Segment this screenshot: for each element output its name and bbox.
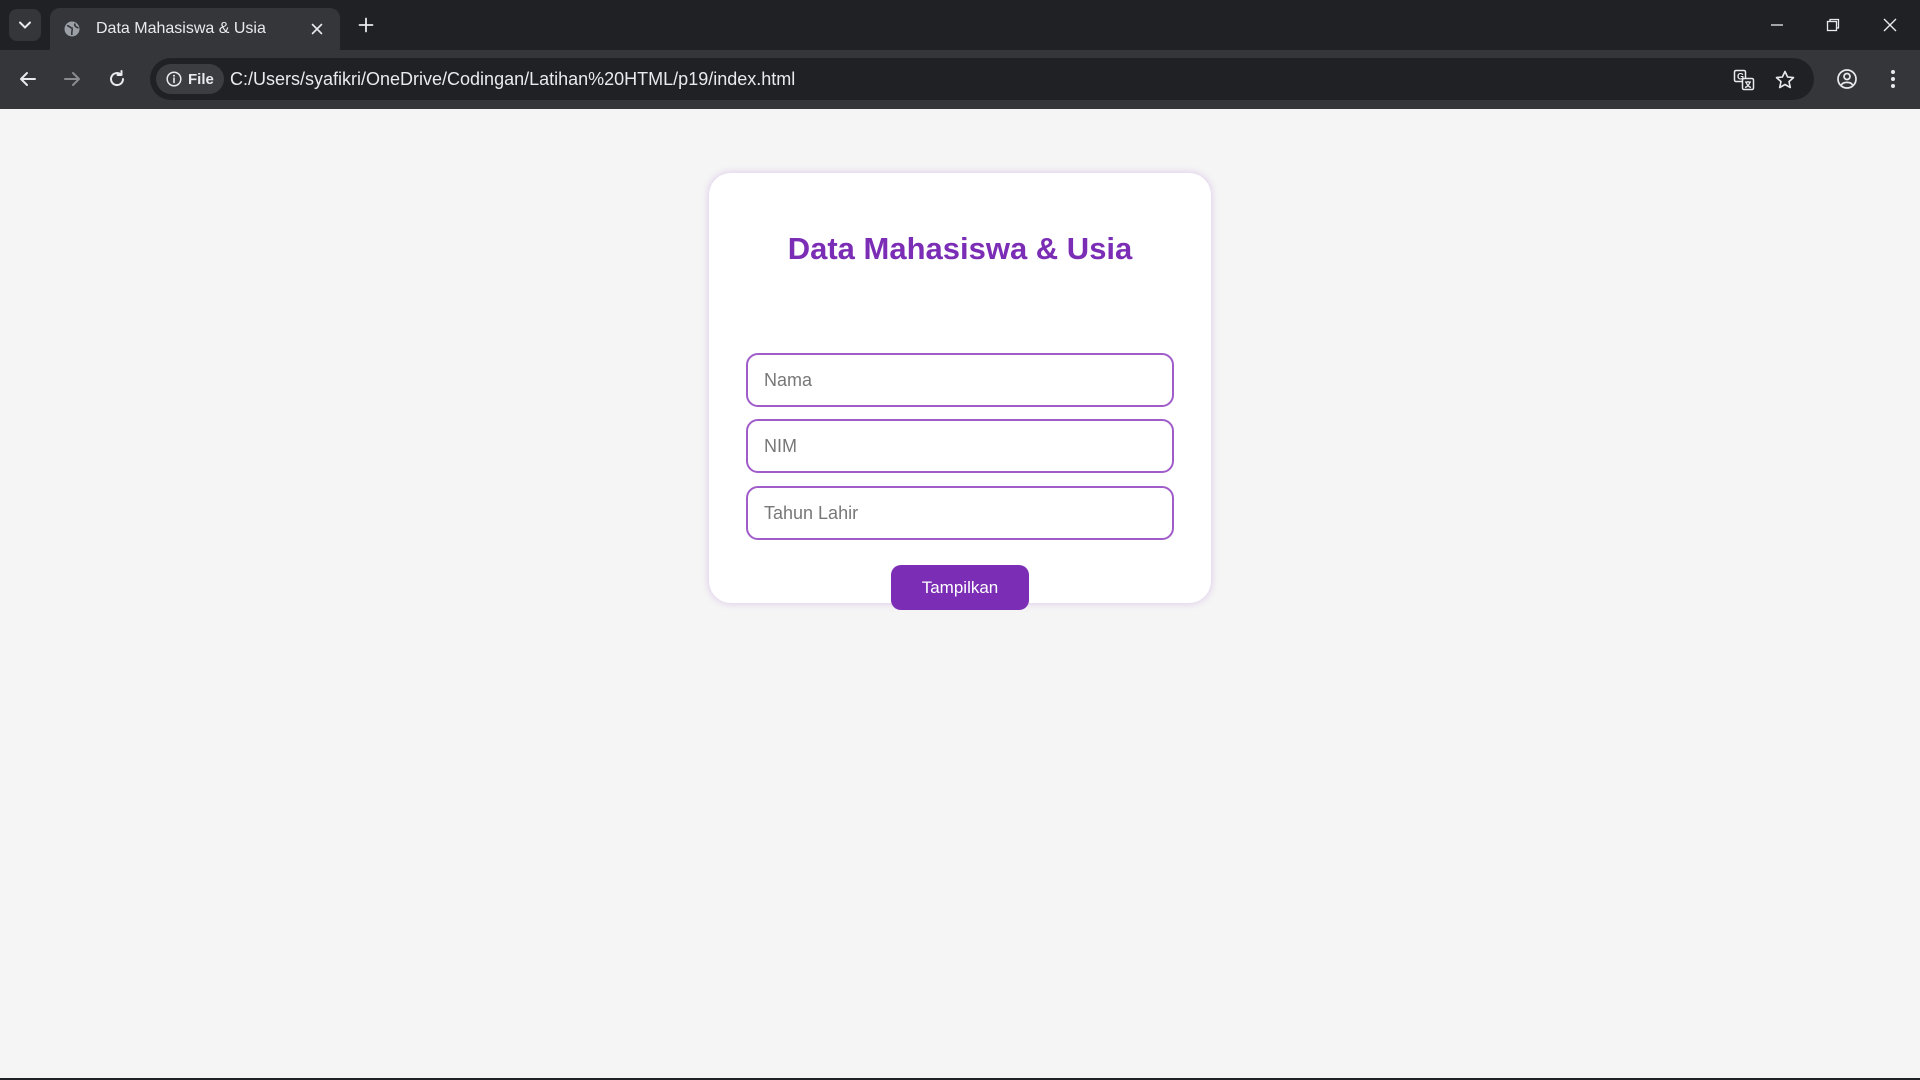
info-icon bbox=[166, 71, 182, 87]
translate-icon: G bbox=[1733, 69, 1755, 91]
reload-button[interactable] bbox=[101, 63, 133, 95]
minimize-icon bbox=[1771, 24, 1783, 26]
menu-button[interactable] bbox=[1877, 63, 1909, 95]
nim-input[interactable] bbox=[746, 419, 1174, 473]
profile-button[interactable] bbox=[1831, 63, 1863, 95]
bookmark-button[interactable] bbox=[1772, 67, 1798, 93]
tahun-lahir-input[interactable] bbox=[746, 486, 1174, 540]
plus-icon bbox=[358, 17, 374, 33]
minimize-button[interactable] bbox=[1749, 0, 1805, 50]
arrow-left-icon bbox=[20, 72, 36, 86]
url-text[interactable]: C:/Users/syafikri/OneDrive/Codingan/Lati… bbox=[230, 69, 795, 90]
tab-active[interactable]: Data Mahasiswa & Usia bbox=[50, 8, 340, 50]
back-button[interactable] bbox=[12, 63, 44, 95]
close-window-button[interactable] bbox=[1862, 0, 1918, 50]
star-icon bbox=[1775, 70, 1795, 89]
new-tab-button[interactable] bbox=[352, 11, 380, 39]
forward-button[interactable] bbox=[56, 63, 88, 95]
reload-icon bbox=[110, 70, 125, 87]
close-icon bbox=[1883, 18, 1897, 32]
toolbar: File C:/Users/syafikri/OneDrive/Codingan… bbox=[0, 50, 1920, 109]
globe-icon bbox=[62, 19, 82, 39]
tampilkan-button[interactable]: Tampilkan bbox=[891, 565, 1029, 610]
restore-icon bbox=[1826, 18, 1840, 32]
site-info-chip[interactable]: File bbox=[156, 64, 224, 94]
browser-chrome: Data Mahasiswa & Usia File C:/Users/syaf… bbox=[0, 0, 1920, 109]
account-icon bbox=[1837, 69, 1857, 89]
translate-button[interactable]: G bbox=[1731, 67, 1757, 93]
close-icon[interactable] bbox=[306, 18, 328, 40]
chevron-down-icon bbox=[19, 21, 31, 29]
form-card: Data Mahasiswa & Usia Tampilkan bbox=[709, 173, 1211, 610]
page-content: Data Mahasiswa & Usia Tampilkan bbox=[0, 109, 1920, 1078]
tab-search-button[interactable] bbox=[9, 9, 41, 41]
tab-title: Data Mahasiswa & Usia bbox=[96, 20, 266, 37]
site-chip-label: File bbox=[188, 70, 214, 88]
tab-strip: Data Mahasiswa & Usia bbox=[0, 0, 1920, 50]
address-bar[interactable]: File C:/Users/syafikri/OneDrive/Codingan… bbox=[150, 58, 1814, 100]
more-vertical-icon bbox=[1891, 70, 1895, 88]
nama-input[interactable] bbox=[746, 353, 1174, 407]
restore-button[interactable] bbox=[1805, 0, 1861, 50]
arrow-right-icon bbox=[64, 72, 80, 86]
form-title: Data Mahasiswa & Usia bbox=[787, 231, 1133, 266]
